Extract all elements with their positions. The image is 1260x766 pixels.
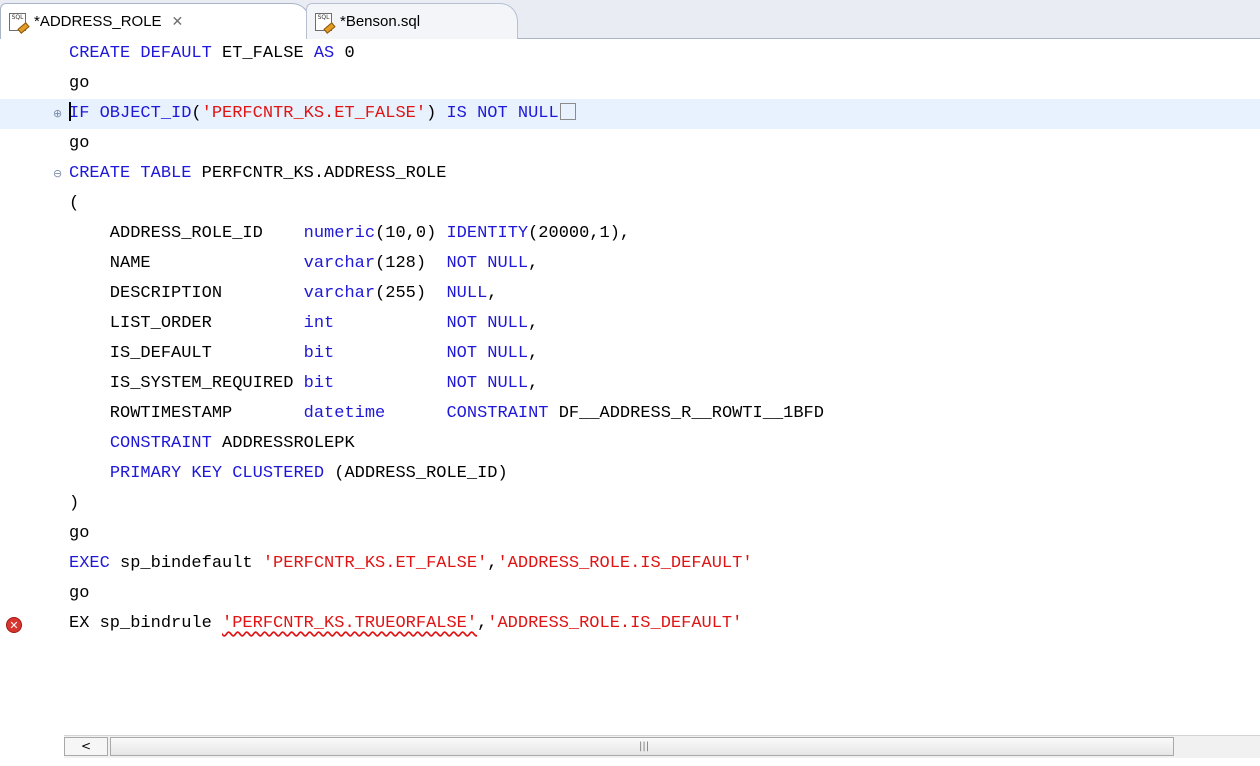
code-line[interactable]: go xyxy=(0,579,1260,609)
code-line[interactable]: ⊖ CREATE TABLE PERFCNTR_KS.ADDRESS_ROLE xyxy=(0,159,1260,189)
code-line-current[interactable]: ⊕ IF OBJECT_ID('PERFCNTR_KS.ET_FALSE') I… xyxy=(0,99,1260,129)
code-text: ) xyxy=(69,494,80,513)
sql-file-icon: SQL xyxy=(9,13,30,34)
error-icon[interactable]: ✕ xyxy=(6,617,22,633)
code-line-error[interactable]: ✕ EX sp_bindrule 'PERFCNTR_KS.TRUEORFALS… xyxy=(0,609,1260,639)
code-line[interactable]: ROWTIMESTAMP datetime CONSTRAINT DF__ADD… xyxy=(0,399,1260,429)
code-line[interactable]: CREATE DEFAULT ET_FALSE AS 0 xyxy=(0,39,1260,69)
fold-expand-icon[interactable]: ⊕ xyxy=(53,108,64,119)
code-text: ADDRESS_ROLE_ID numeric(10,0) IDENTITY(2… xyxy=(69,224,631,243)
code-line[interactable]: CONSTRAINT ADDRESSROLEPK xyxy=(0,429,1260,459)
code-text: CONSTRAINT ADDRESSROLEPK xyxy=(109,434,355,453)
close-icon[interactable]: ✕ xyxy=(172,14,184,30)
code-text: go xyxy=(69,584,90,603)
tab-label: *Benson.sql xyxy=(340,13,421,30)
code-text: go xyxy=(69,524,90,543)
tab-label: *ADDRESS_ROLE xyxy=(34,13,162,30)
scrollbar-thumb[interactable]: ||| xyxy=(110,737,1174,756)
tab-address-role[interactable]: SQL *ADDRESS_ROLE ✕ xyxy=(0,3,310,39)
code-text: EXEC sp_bindefault 'PERFCNTR_KS.ET_FALSE… xyxy=(69,554,753,573)
collapsed-region-icon[interactable] xyxy=(559,103,576,121)
code-line[interactable]: LIST_ORDER int NOT NULL, xyxy=(0,309,1260,339)
code-text: PRIMARY KEY CLUSTERED (ADDRESS_ROLE_ID) xyxy=(109,464,508,483)
sql-file-icon: SQL xyxy=(315,13,336,34)
code-text: go xyxy=(69,74,90,93)
code-text: EX sp_bindrule 'PERFCNTR_KS.TRUEORFALSE'… xyxy=(69,614,743,633)
code-text: ( xyxy=(69,194,80,213)
code-line[interactable]: ADDRESS_ROLE_ID numeric(10,0) IDENTITY(2… xyxy=(0,219,1260,249)
code-line[interactable]: IS_SYSTEM_REQUIRED bit NOT NULL, xyxy=(0,369,1260,399)
code-line[interactable]: go xyxy=(0,69,1260,99)
code-text: LIST_ORDER int NOT NULL, xyxy=(69,314,539,333)
code-line[interactable]: PRIMARY KEY CLUSTERED (ADDRESS_ROLE_ID) xyxy=(0,459,1260,489)
code-text: DESCRIPTION varchar(255) NULL, xyxy=(69,284,498,303)
code-line[interactable]: go xyxy=(0,129,1260,159)
code-text: CREATE DEFAULT ET_FALSE AS 0 xyxy=(69,44,355,63)
editor-tab-bar: SQL *ADDRESS_ROLE ✕ SQL *Benson.sql xyxy=(0,0,1260,39)
code-text: ROWTIMESTAMP datetime CONSTRAINT DF__ADD… xyxy=(69,404,824,423)
code-line[interactable]: ( xyxy=(0,189,1260,219)
horizontal-scrollbar[interactable]: < ||| xyxy=(64,735,1260,758)
code-line[interactable]: EXEC sp_bindefault 'PERFCNTR_KS.ET_FALSE… xyxy=(0,549,1260,579)
code-text: CREATE TABLE PERFCNTR_KS.ADDRESS_ROLE xyxy=(69,164,447,183)
tab-benson-sql[interactable]: SQL *Benson.sql xyxy=(306,3,518,39)
sql-editor[interactable]: CREATE DEFAULT ET_FALSE AS 0 go ⊕ IF OBJ… xyxy=(0,39,1260,732)
text-cursor xyxy=(69,102,71,122)
code-text: go xyxy=(69,134,90,153)
grip-icon: ||| xyxy=(639,741,650,752)
code-line[interactable]: DESCRIPTION varchar(255) NULL, xyxy=(0,279,1260,309)
code-text: IS_DEFAULT bit NOT NULL, xyxy=(69,344,539,363)
code-line[interactable]: NAME varchar(128) NOT NULL, xyxy=(0,249,1260,279)
code-line[interactable]: IS_DEFAULT bit NOT NULL, xyxy=(0,339,1260,369)
code-line[interactable]: ) xyxy=(0,489,1260,519)
code-line[interactable]: go xyxy=(0,519,1260,549)
fold-collapse-icon[interactable]: ⊖ xyxy=(53,168,64,179)
scroll-left-button[interactable]: < xyxy=(64,737,108,756)
code-text: IS_SYSTEM_REQUIRED bit NOT NULL, xyxy=(69,374,539,393)
code-text: IF OBJECT_ID('PERFCNTR_KS.ET_FALSE') IS … xyxy=(69,102,576,125)
code-text: NAME varchar(128) NOT NULL, xyxy=(69,254,539,273)
